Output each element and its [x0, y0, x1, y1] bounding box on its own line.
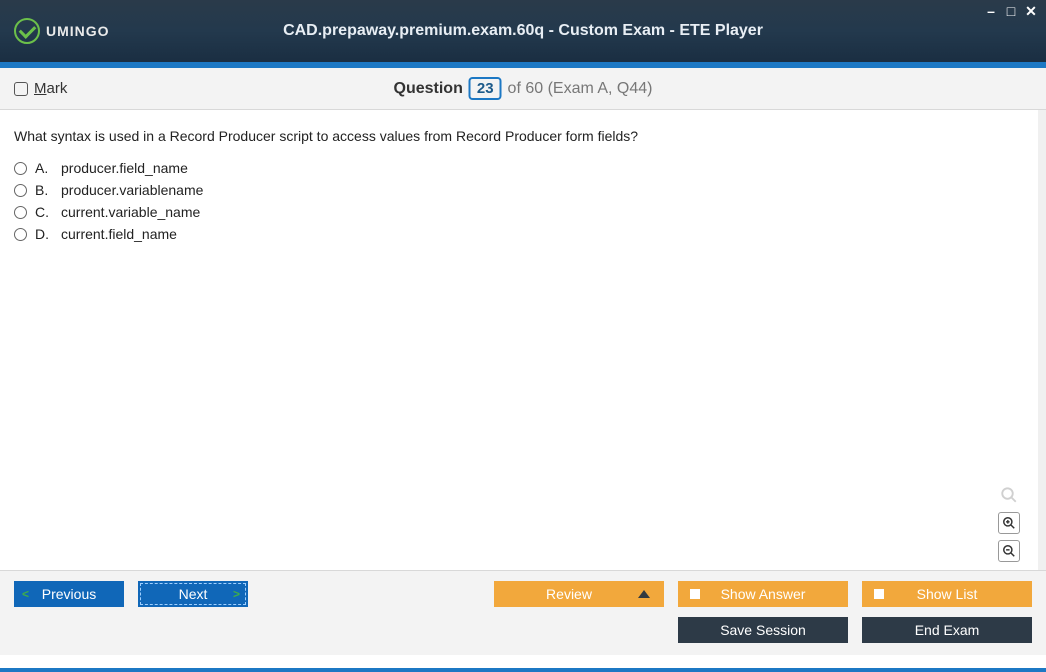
option-letter: B.: [35, 182, 53, 198]
logo-text: UMINGO: [46, 23, 110, 39]
previous-button[interactable]: < Previous: [14, 581, 124, 607]
mark-checkbox[interactable]: [14, 82, 28, 96]
option-letter: C.: [35, 204, 53, 220]
zoom-out-button[interactable]: [998, 540, 1020, 562]
question-label: Question: [394, 80, 463, 98]
chevron-right-icon: >: [233, 587, 240, 601]
show-answer-button[interactable]: Show Answer: [678, 581, 848, 607]
window-title: CAD.prepaway.premium.exam.60q - Custom E…: [283, 22, 763, 40]
mark-checkbox-wrap[interactable]: Mark: [14, 80, 67, 97]
question-context: of 60 (Exam A, Q44): [508, 80, 653, 98]
zoom-in-button[interactable]: [998, 512, 1020, 534]
titlebar: UMINGO CAD.prepaway.premium.exam.60q - C…: [0, 0, 1046, 62]
radio-icon[interactable]: [14, 184, 27, 197]
option-text: producer.variablename: [61, 182, 203, 198]
option-letter: D.: [35, 226, 53, 242]
show-list-button[interactable]: Show List: [862, 581, 1032, 607]
option-c[interactable]: C. current.variable_name: [14, 204, 1024, 220]
option-text: current.variable_name: [61, 204, 200, 220]
question-text: What syntax is used in a Record Producer…: [14, 128, 1024, 144]
chevron-left-icon: <: [22, 587, 29, 601]
option-text: current.field_name: [61, 226, 177, 242]
question-number: 23: [469, 77, 502, 100]
options-list: A. producer.field_name B. producer.varia…: [14, 160, 1024, 242]
question-indicator: Question 23 of 60 (Exam A, Q44): [394, 77, 653, 100]
question-content: What syntax is used in a Record Producer…: [0, 110, 1046, 570]
option-a[interactable]: A. producer.field_name: [14, 160, 1024, 176]
checkmark-icon: [14, 18, 40, 44]
option-b[interactable]: B. producer.variablename: [14, 182, 1024, 198]
review-button[interactable]: Review: [494, 581, 664, 607]
question-bar: Mark Question 23 of 60 (Exam A, Q44): [0, 68, 1046, 110]
app-logo: UMINGO: [14, 18, 110, 44]
option-letter: A.: [35, 160, 53, 176]
maximize-button[interactable]: □: [1004, 4, 1018, 18]
stop-icon: [874, 589, 884, 599]
search-icon[interactable]: [998, 484, 1020, 506]
triangle-up-icon: [638, 590, 650, 598]
save-session-button[interactable]: Save Session: [678, 617, 848, 643]
close-button[interactable]: ✕: [1024, 4, 1038, 18]
minimize-button[interactable]: –: [984, 4, 998, 18]
option-d[interactable]: D. current.field_name: [14, 226, 1024, 242]
radio-icon[interactable]: [14, 228, 27, 241]
mark-label: Mark: [34, 80, 67, 97]
next-button[interactable]: Next >: [138, 581, 248, 607]
end-exam-button[interactable]: End Exam: [862, 617, 1032, 643]
option-text: producer.field_name: [61, 160, 188, 176]
stop-icon: [690, 589, 700, 599]
zoom-controls: [998, 484, 1020, 562]
radio-icon[interactable]: [14, 206, 27, 219]
radio-icon[interactable]: [14, 162, 27, 175]
window-controls: – □ ✕: [984, 4, 1038, 18]
bottom-accent: [0, 668, 1046, 672]
footer: < Previous Next > Review Show Answer Sho…: [0, 570, 1046, 655]
